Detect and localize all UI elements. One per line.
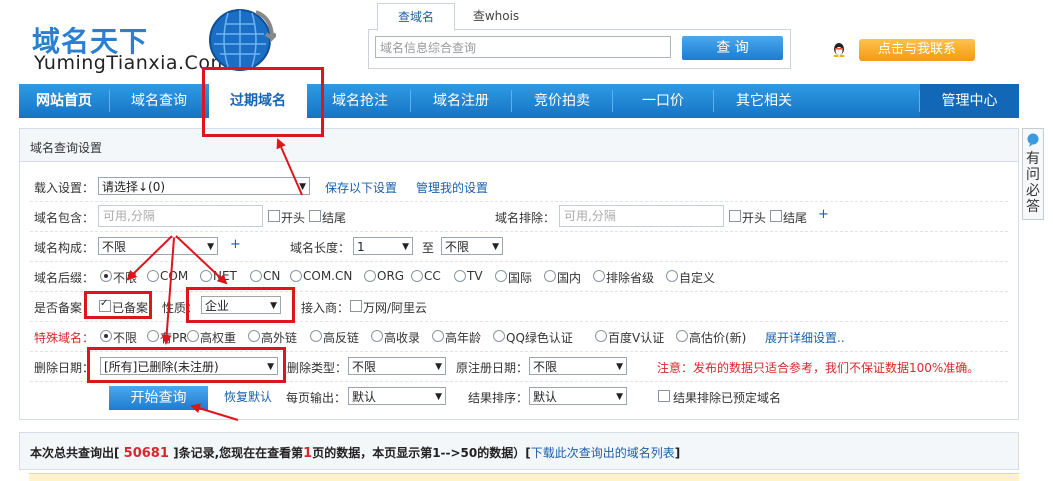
arrow-to-start-button — [190, 403, 239, 421]
arrow-to-delete-date — [161, 237, 175, 345]
tab-domain-search[interactable]: 查域名 — [377, 3, 455, 31]
arrow-to-filed — [126, 235, 173, 281]
arrow-to-nav — [276, 138, 303, 196]
arrow-to-nature — [175, 235, 228, 285]
annotation-arrows — [126, 138, 303, 421]
